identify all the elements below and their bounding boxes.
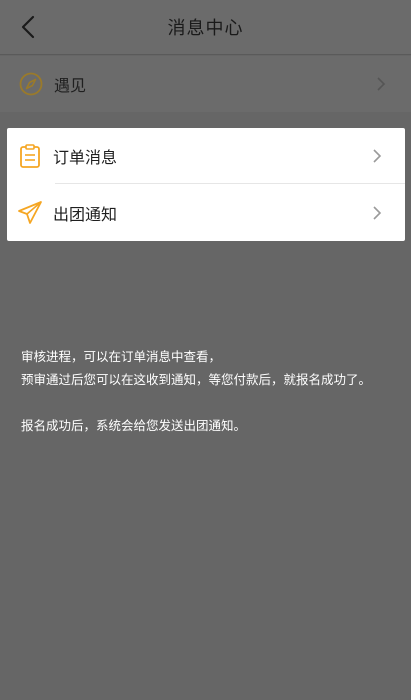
menu-item-label: 遇见 xyxy=(54,76,87,95)
page-title: 消息中心 xyxy=(167,18,244,39)
header-bar: 消息中心 xyxy=(0,0,411,55)
send-icon xyxy=(18,201,42,224)
info-line: 预审通过后您可以在这收到通知，等您付款后，就报名成功了。 xyxy=(21,372,372,387)
info-line: 报名成功后，系统会给您发送出团通知。 xyxy=(21,418,247,433)
menu-item-tour-notice[interactable]: 出团通知 xyxy=(7,185,405,241)
menu-item-order-messages[interactable]: 订单消息 xyxy=(7,128,405,184)
menu-item-label: 订单消息 xyxy=(53,148,118,167)
notification-card: 订单消息 出团通知 xyxy=(7,128,405,241)
clipboard-icon xyxy=(20,144,40,168)
chevron-right-icon xyxy=(373,149,382,163)
back-button[interactable] xyxy=(14,12,42,42)
info-line: 审核进程，可以在订单消息中查看， xyxy=(21,349,222,364)
compass-icon xyxy=(19,72,43,96)
chevron-right-icon xyxy=(377,77,386,91)
info-text-block: 审核进程，可以在订单消息中查看， 预审通过后您可以在这收到通知，等您付款后，就报… xyxy=(21,345,401,437)
menu-item-meet[interactable]: 遇见 xyxy=(0,56,411,112)
chevron-right-icon xyxy=(373,206,382,220)
divider xyxy=(55,183,405,184)
back-arrow-icon xyxy=(21,15,35,39)
menu-item-label: 出团通知 xyxy=(53,205,118,224)
